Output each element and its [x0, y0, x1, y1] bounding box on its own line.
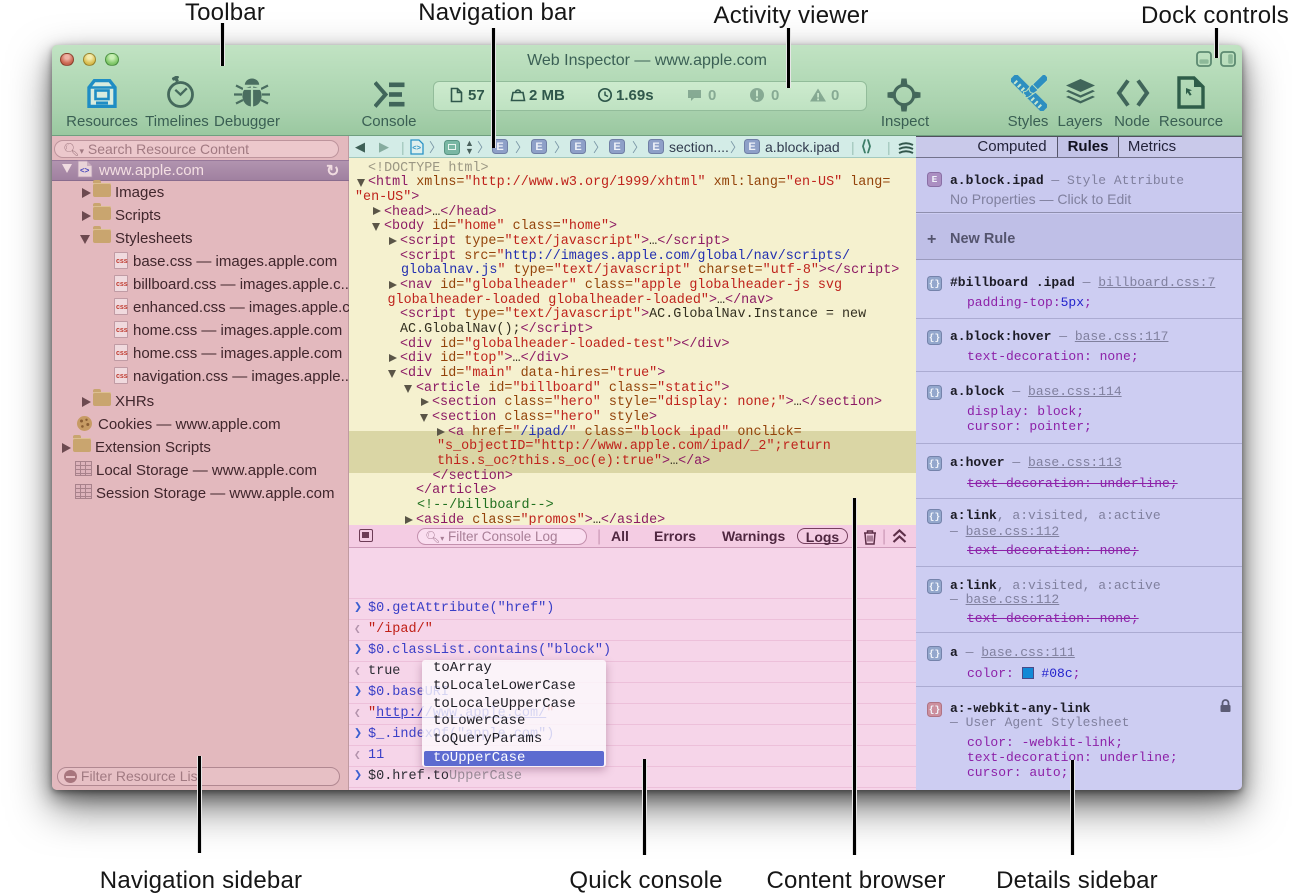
svg-text:<>: <>: [80, 166, 90, 175]
svg-text:<>: <>: [412, 143, 421, 152]
